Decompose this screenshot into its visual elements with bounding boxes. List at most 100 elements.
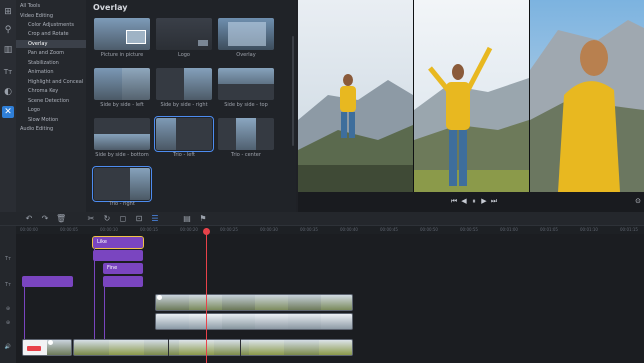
ruler-tick: 00:00:20	[180, 227, 198, 232]
tree-item-overlay[interactable]: Overlay	[16, 40, 86, 48]
thumb-side-right[interactable]	[156, 68, 212, 100]
overlay-video-clip[interactable]	[155, 294, 353, 311]
thumb-label: Trio - center	[231, 152, 261, 158]
ruler-tick: 00:00:40	[340, 227, 358, 232]
thumb-side-left[interactable]	[94, 68, 150, 100]
title-clip-like[interactable]: Like	[92, 236, 144, 249]
ruler-tick: 00:00:30	[260, 227, 278, 232]
next-frame-icon[interactable]: ▶	[480, 196, 488, 206]
overlay-track-icon[interactable]: ⊕	[3, 306, 13, 312]
redo-icon[interactable]: ↷	[40, 214, 50, 224]
ruler-tick: 00:01:00	[500, 227, 518, 232]
link-line	[104, 287, 105, 343]
transition-icon[interactable]: ▥	[2, 44, 14, 56]
ruler-tick: 00:01:05	[540, 227, 558, 232]
ruler-tick: 00:01:10	[580, 227, 598, 232]
tools-tree: All Tools Video Editing Color Adjustment…	[16, 0, 86, 212]
title-clip-fine[interactable]: Fine	[103, 263, 143, 274]
tool-rail: ⊞ ⚲ ▥ Tт ◐ ✕	[0, 0, 16, 212]
tree-item-highlight-conceal[interactable]: Highlight and Conceal	[16, 78, 86, 86]
tree-item-color-adjustments[interactable]: Color Adjustments	[16, 21, 86, 29]
clip-label: Fine	[107, 265, 118, 271]
import-icon[interactable]: ⊞	[2, 6, 14, 18]
clip-badge	[27, 346, 41, 351]
tree-item-logo[interactable]: Logo	[16, 106, 86, 114]
panel-scrollbar[interactable]	[292, 36, 294, 146]
track-headers: Tт Tт ⊕ ⊕ 🔊	[0, 226, 16, 363]
title-clip[interactable]	[93, 250, 143, 261]
preview-frame	[298, 0, 644, 192]
thumb-picture-in-picture[interactable]	[94, 18, 150, 50]
thumb-trio-left[interactable]	[154, 116, 214, 152]
tree-item-pan-zoom[interactable]: Pan and Zoom	[16, 49, 86, 57]
clip-label: Like	[97, 239, 107, 245]
text-track-icon[interactable]: Tт	[3, 282, 13, 288]
thumb-label: Overlay	[236, 52, 256, 58]
title-clip[interactable]	[103, 276, 143, 287]
ruler-tick: 00:00:55	[460, 227, 478, 232]
time-ruler[interactable]: 00:00:00 00:00:05 00:00:10 00:00:15 00:0…	[16, 226, 644, 234]
ruler-tick: 00:00:25	[220, 227, 238, 232]
tree-item-audio-editing[interactable]: Audio Editing	[16, 125, 86, 133]
tree-item-stabilization[interactable]: Stabilization	[16, 59, 86, 67]
player-controls: ⏮ ◀ ⏸ ▶ ⏭ ⊙	[298, 192, 644, 212]
marker-icon[interactable]: ⚑	[198, 214, 208, 224]
thumb-side-bottom[interactable]	[94, 118, 150, 150]
tree-item-chroma-key[interactable]: Chroma Key	[16, 87, 86, 95]
ruler-tick: 00:01:15	[620, 227, 638, 232]
title-clip[interactable]	[22, 276, 73, 287]
properties-icon[interactable]: ☰	[150, 214, 160, 224]
link-line	[94, 248, 95, 343]
crop-icon[interactable]: ◻	[118, 214, 128, 224]
link-line	[24, 287, 25, 343]
clip-split	[240, 339, 241, 356]
thumb-overlay[interactable]	[218, 18, 274, 50]
pause-icon[interactable]: ⏸	[470, 196, 478, 206]
text-icon[interactable]: Tт	[2, 66, 14, 78]
playhead-handle[interactable]	[203, 228, 210, 235]
delete-icon[interactable]: 🗑	[56, 214, 66, 224]
audio-track-icon[interactable]: 🔊	[3, 344, 13, 350]
tree-item-video-editing[interactable]: Video Editing	[16, 12, 86, 20]
playhead[interactable]	[206, 228, 207, 363]
thumb-label: Side by side - top	[224, 102, 268, 108]
adjust-icon[interactable]: ⊡	[134, 214, 144, 224]
ruler-tick: 00:00:35	[300, 227, 318, 232]
text-track-icon[interactable]: Tт	[3, 256, 13, 262]
overlay-tool-icon[interactable]: ▤	[182, 214, 192, 224]
main-video-clip[interactable]	[73, 339, 353, 356]
filter-icon[interactable]: ⚲	[2, 24, 14, 36]
thumb-trio-right[interactable]	[92, 166, 152, 202]
thumb-side-top[interactable]	[218, 68, 274, 100]
prev-frame-icon[interactable]: ◀	[460, 196, 468, 206]
ruler-tick: 00:00:05	[60, 227, 78, 232]
tree-item-crop-rotate[interactable]: Crop and Rotate	[16, 30, 86, 38]
ruler-tick: 00:00:50	[420, 227, 438, 232]
overlay-video-clip[interactable]	[155, 313, 353, 330]
sticker-icon[interactable]: ◐	[2, 86, 14, 98]
thumb-trio-center[interactable]	[218, 118, 274, 150]
overlay-track-icon[interactable]: ⊕	[3, 320, 13, 326]
tree-item-animation[interactable]: Animation	[16, 68, 86, 76]
ruler-tick: 00:00:00	[20, 227, 38, 232]
ruler-tick: 00:00:10	[100, 227, 118, 232]
clip-split	[168, 339, 169, 356]
video-preview	[298, 0, 644, 192]
clip-icon	[48, 340, 53, 345]
intro-clip[interactable]	[22, 339, 72, 356]
panel-title: Overlay	[93, 3, 128, 12]
thumb-label: Trio - right	[109, 201, 135, 207]
cut-icon[interactable]: ✂	[86, 214, 96, 224]
thumb-logo[interactable]	[156, 18, 212, 50]
clip-icon	[157, 295, 162, 300]
undo-icon[interactable]: ↶	[24, 214, 34, 224]
tree-item-slow-motion[interactable]: Slow Motion	[16, 116, 86, 124]
fullscreen-icon[interactable]: ⊙	[634, 196, 642, 206]
more-tools-icon[interactable]: ✕	[2, 106, 14, 118]
ruler-tick: 00:00:15	[140, 227, 158, 232]
tree-item-all-tools[interactable]: All Tools	[16, 2, 86, 10]
skip-back-icon[interactable]: ⏮	[450, 196, 458, 206]
tree-item-scene-detection[interactable]: Scene Detection	[16, 97, 86, 105]
rotate-icon[interactable]: ↻	[102, 214, 112, 224]
skip-forward-icon[interactable]: ⏭	[490, 196, 498, 206]
